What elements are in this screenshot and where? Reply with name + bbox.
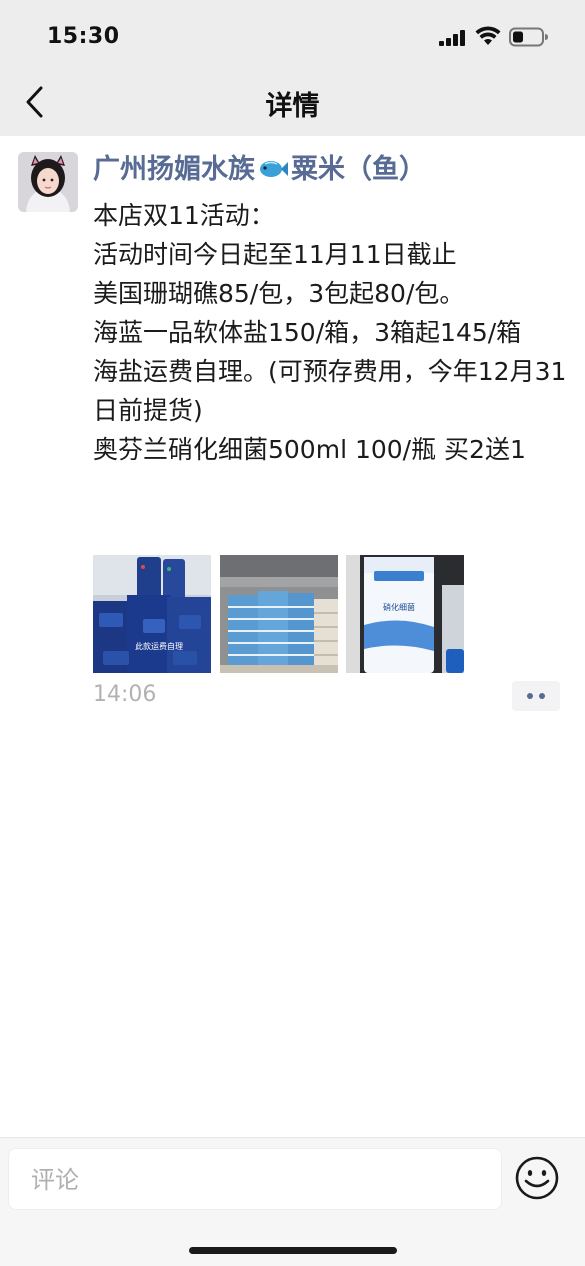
comment-input[interactable]: 评论 (8, 1148, 502, 1210)
post-timestamp: 14:06 (93, 682, 157, 707)
status-icons (439, 24, 559, 50)
photo-grid: 此款运费自理 硝化细菌 (93, 555, 465, 673)
photo-thumbnail[interactable] (220, 555, 338, 673)
author-name[interactable]: 广州扬媚水族 粟米（鱼） (93, 150, 426, 190)
status-time: 15:30 (47, 24, 120, 49)
photo-caption: 硝化细菌 (383, 602, 415, 612)
post-line: 海盐运费自理。(可预存费用，今年12月31日前提货) (93, 357, 567, 425)
top-bar: 15:30 详情 (0, 0, 585, 136)
comment-bar: 评论 (0, 1137, 585, 1266)
battery-icon (509, 27, 548, 47)
wifi-icon (475, 26, 501, 45)
smiley-icon[interactable] (514, 1155, 560, 1201)
more-dots-icon (527, 693, 533, 699)
photo-thumbnail[interactable]: 硝化细菌 (346, 555, 464, 673)
comment-placeholder: 评论 (31, 1166, 79, 1194)
home-indicator (189, 1247, 397, 1254)
photo-caption: 此款运费自理 (135, 641, 183, 651)
fish-icon (260, 161, 288, 177)
more-button[interactable] (512, 681, 560, 711)
post-line: 奥芬兰硝化细菌500ml 100/瓶 买2送1 (93, 435, 526, 464)
author-name-part1: 广州扬媚水族 (93, 154, 255, 185)
signal-icon (439, 30, 465, 46)
post-line: 海蓝一品软体盐150/箱，3箱起145/箱 (93, 318, 522, 347)
author-name-part2: 粟米（鱼） (291, 154, 426, 185)
post-line: 美国珊瑚礁85/包，3包起80/包。 (93, 279, 465, 308)
page-title: 详情 (265, 91, 320, 122)
post-text: 本店双11活动： 活动时间今日起至11月11日截止 美国珊瑚礁85/包，3包起8… (93, 196, 571, 469)
post-line: 活动时间今日起至11月11日截止 (93, 240, 457, 269)
photo-thumbnail[interactable]: 此款运费自理 (93, 555, 211, 673)
post-line: 本店双11活动： (93, 201, 275, 230)
avatar[interactable] (18, 152, 78, 212)
